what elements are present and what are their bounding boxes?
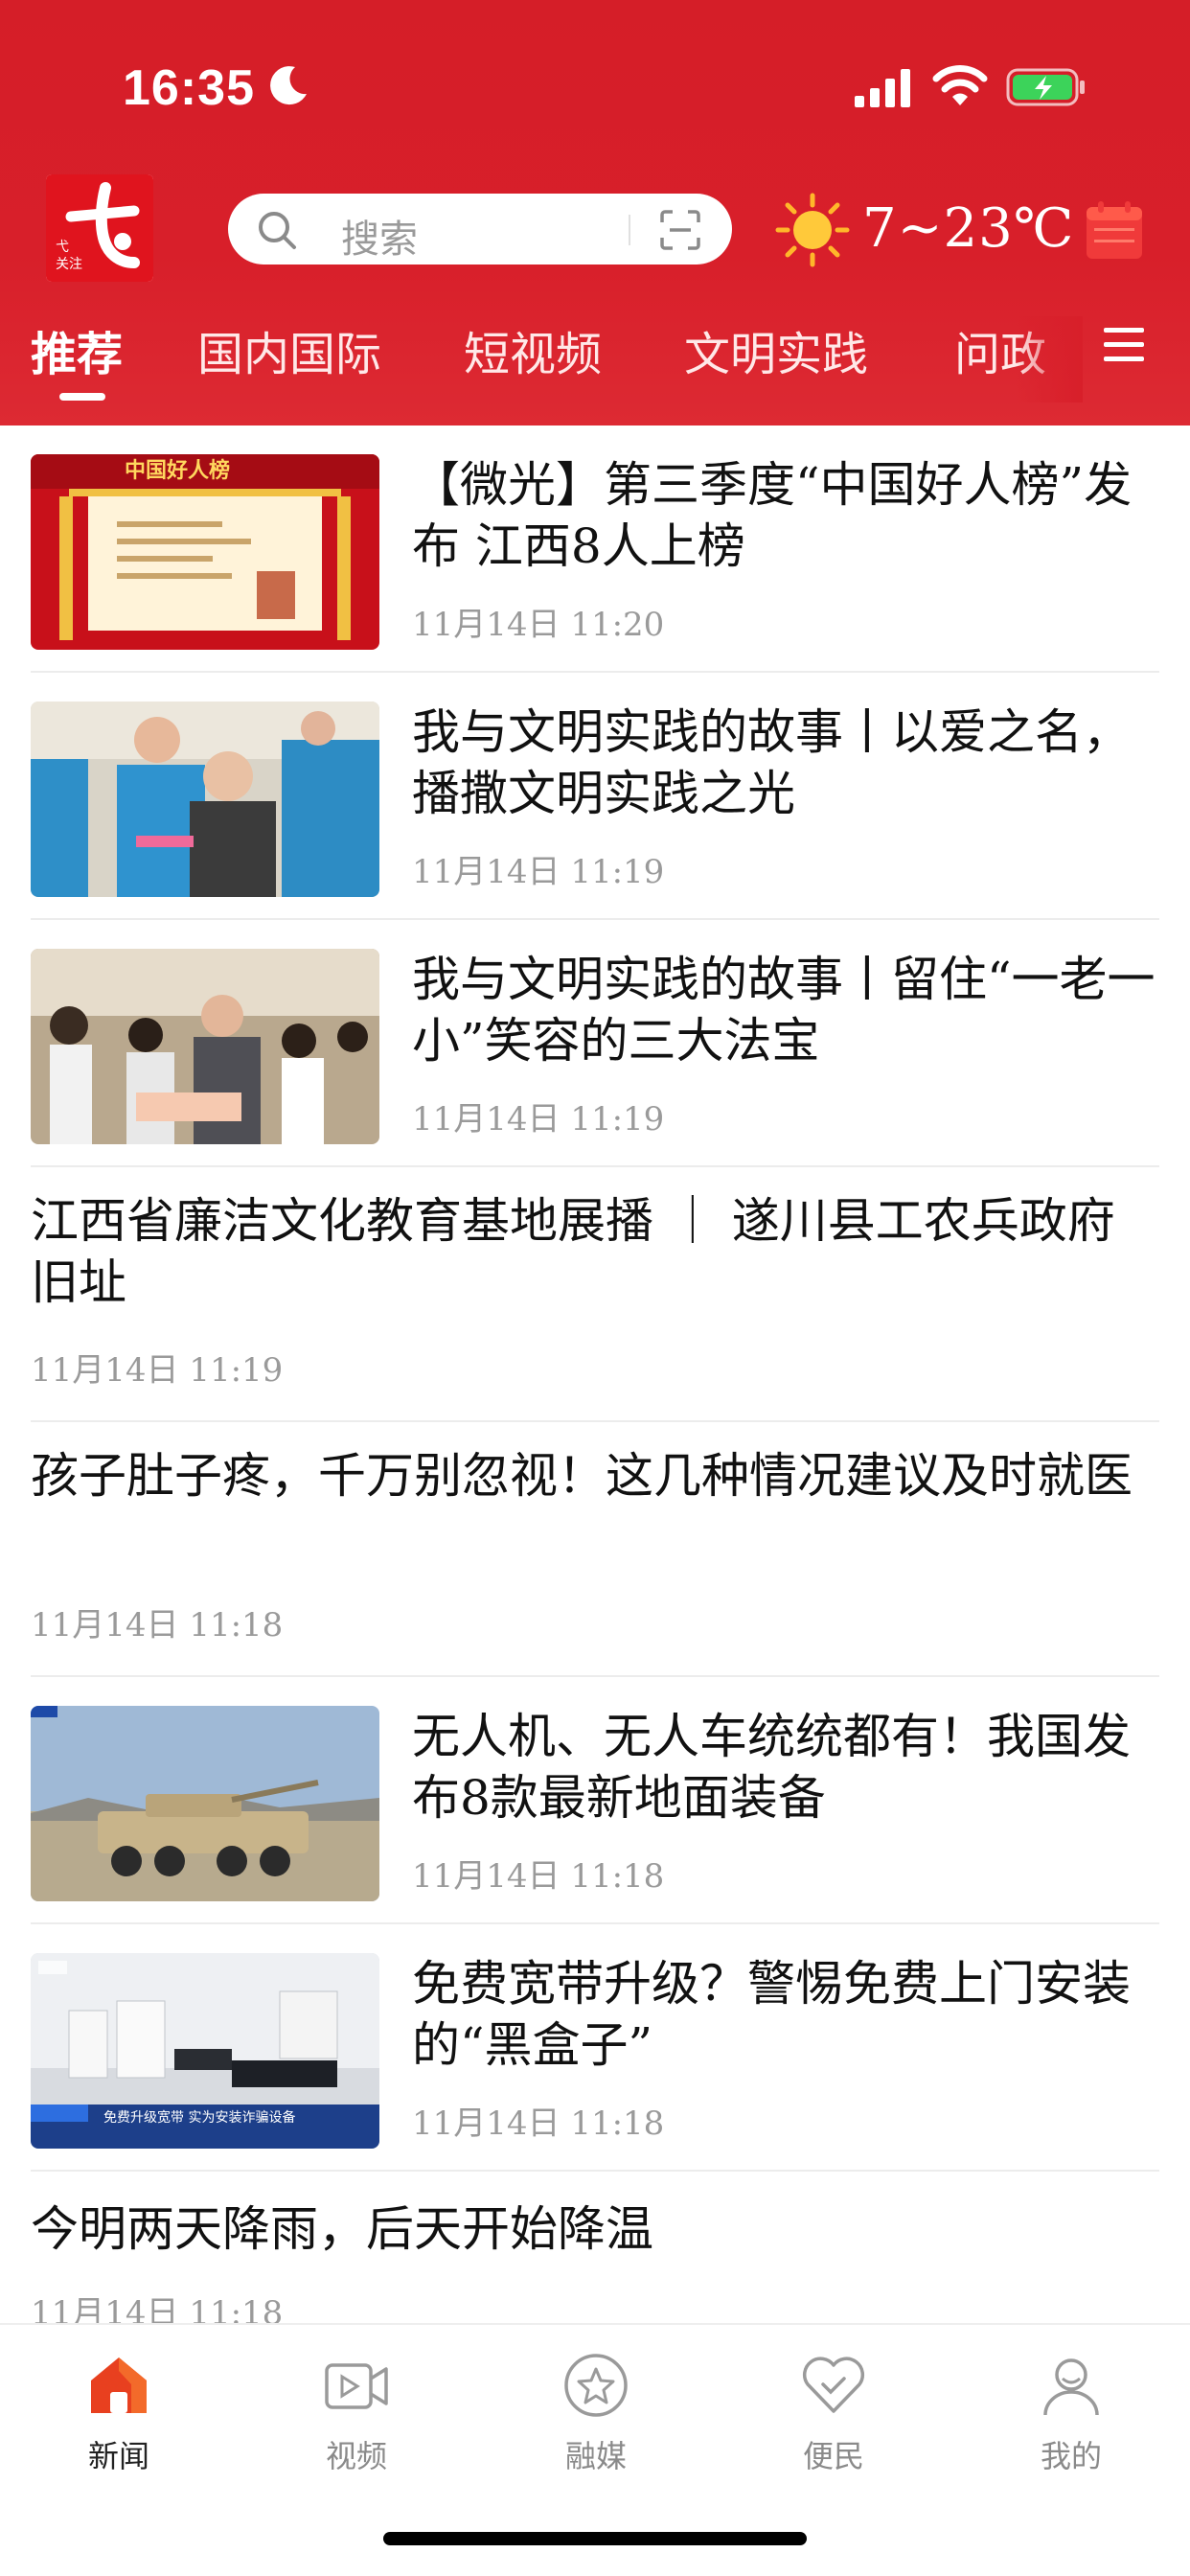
user-icon	[1043, 2358, 1099, 2416]
news-time: 11月14日 11:19	[412, 853, 665, 891]
news-time: 11月14日 11:19	[412, 1100, 665, 1138]
news-thumbnail-armored-vehicle	[31, 1706, 379, 1901]
star-circle-icon	[564, 2354, 628, 2417]
heart-icon	[802, 2357, 865, 2413]
cellular-signal-icon	[855, 69, 910, 107]
battery-charging-icon	[1006, 68, 1085, 106]
list-item[interactable]: 我与文明实践的故事丨留住“一老一小”笑容的三大法宝 11月14日 11:19	[31, 920, 1159, 1167]
nav-label: 我的	[1040, 2438, 1102, 2474]
svg-text:中国好人榜: 中国好人榜	[125, 458, 230, 483]
tab-domestic-international[interactable]: 国内国际	[197, 316, 381, 383]
list-item[interactable]: 今明两天降雨，后天开始降温 11月14日 11:18	[31, 2172, 1159, 2323]
moon-icon	[270, 66, 307, 105]
home-icon	[91, 2358, 147, 2413]
news-thumbnail-children-activity	[31, 949, 379, 1144]
tab-short-video[interactable]: 短视频	[464, 316, 602, 383]
yiyang-news-logo[interactable]: 弋 关注	[46, 174, 153, 282]
nav-label: 视频	[325, 2438, 387, 2474]
wifi-icon	[932, 65, 988, 105]
nav-convenience[interactable]: 便民	[767, 2350, 901, 2476]
menu-icon[interactable]	[1102, 324, 1146, 366]
svg-text:关注: 关注	[56, 257, 82, 272]
nav-label: 融媒	[564, 2438, 627, 2474]
category-tabs: 推荐 国内国际 短视频 文明实践 问政	[0, 316, 1190, 412]
list-item[interactable]: 孩子肚子疼，千万别忽视！这几种情况建议及时就医 11月14日 11:18	[31, 1422, 1159, 1677]
news-title: 【微光】第三季度“中国好人榜”发布 江西8人上榜	[412, 457, 1133, 574]
news-title: 无人机、无人车统统都有！我国发布8款最新地面装备	[412, 1709, 1131, 1826]
list-item[interactable]: 我与文明实践的故事丨以爱之名，播撒文明实践之光 11月14日 11:19	[31, 673, 1159, 920]
news-feed: 中国好人榜 【微光】第三季度“中国好人榜”发布 江西8人上榜 11月14日 11…	[0, 426, 1190, 2323]
news-title: 江西省廉洁文化教育基地展播 ｜ 遂川县工农兵政府旧址	[31, 1193, 1115, 1310]
news-time: 11月14日 11:20	[412, 606, 665, 644]
app-header: 16:35 弋 关注 搜索 7~23℃ 推荐 国内国际 短视频 文明实践 问政	[0, 0, 1190, 426]
sun-icon	[775, 193, 850, 267]
news-time: 11月14日 11:18	[31, 2294, 284, 2323]
search-divider	[629, 215, 630, 245]
search-placeholder: 搜索	[341, 218, 418, 262]
calendar-icon[interactable]	[1085, 199, 1144, 261]
active-tab-indicator	[59, 393, 105, 401]
nav-video[interactable]: 视频	[289, 2350, 423, 2476]
news-time: 11月14日 11:19	[31, 1351, 284, 1390]
nav-news[interactable]: 新闻	[52, 2350, 186, 2476]
tabs-fade	[1016, 316, 1083, 402]
search-bar[interactable]: 搜索	[228, 194, 732, 264]
svg-text:弋: 弋	[56, 240, 69, 255]
list-item[interactable]: 江西省廉洁文化教育基地展播 ｜ 遂川县工农兵政府旧址 11月14日 11:19	[31, 1167, 1159, 1422]
news-thumbnail-honor-list: 中国好人榜	[31, 454, 379, 650]
news-title: 免费宽带升级？警惕免费上门安装的“黑盒子”	[412, 1956, 1131, 2073]
home-indicator[interactable]	[383, 2532, 807, 2545]
nav-profile[interactable]: 我的	[1004, 2350, 1138, 2476]
news-title: 我与文明实践的故事丨留住“一老一小”笑容的三大法宝	[412, 952, 1156, 1069]
tab-recommended[interactable]: 推荐	[31, 316, 123, 383]
list-item[interactable]: 无人机、无人车统统都有！我国发布8款最新地面装备 11月14日 11:18	[31, 1677, 1159, 1924]
news-time: 11月14日 11:18	[412, 2104, 665, 2143]
news-thumbnail-broadband-devices: 免费升级宽带 实为安装诈骗设备	[31, 1953, 379, 2149]
news-title: 今明两天降雨，后天开始降温	[31, 2201, 653, 2257]
list-item[interactable]: 免费升级宽带 实为安装诈骗设备 免费宽带升级？警惕免费上门安装的“黑盒子” 11…	[31, 1924, 1159, 2172]
status-bar: 16:35	[0, 0, 1190, 163]
status-time: 16:35	[123, 60, 255, 116]
tab-civilization-practice[interactable]: 文明实践	[684, 316, 868, 383]
news-time: 11月14日 11:18	[412, 1857, 665, 1896]
list-item[interactable]: 中国好人榜 【微光】第三季度“中国好人榜”发布 江西8人上榜 11月14日 11…	[31, 426, 1159, 673]
news-title: 孩子肚子疼，千万别忽视！这几种情况建议及时就医	[31, 1448, 1133, 1504]
svg-text:免费升级宽带 实为安装诈骗设备: 免费升级宽带 实为安装诈骗设备	[103, 2109, 295, 2126]
weather-temperature: 7~23℃	[862, 197, 1075, 260]
nav-media[interactable]: 融媒	[529, 2350, 663, 2476]
news-time: 11月14日 11:18	[31, 1606, 284, 1644]
scan-icon[interactable]	[659, 210, 701, 250]
news-thumbnail-volunteers	[31, 702, 379, 897]
video-icon	[325, 2363, 388, 2409]
nav-label: 新闻	[87, 2438, 149, 2474]
search-icon	[259, 212, 296, 249]
news-title: 我与文明实践的故事丨以爱之名，播撒文明实践之光	[412, 704, 1131, 821]
nav-label: 便民	[802, 2438, 864, 2474]
logo-mark-icon: 弋 关注	[46, 174, 153, 282]
